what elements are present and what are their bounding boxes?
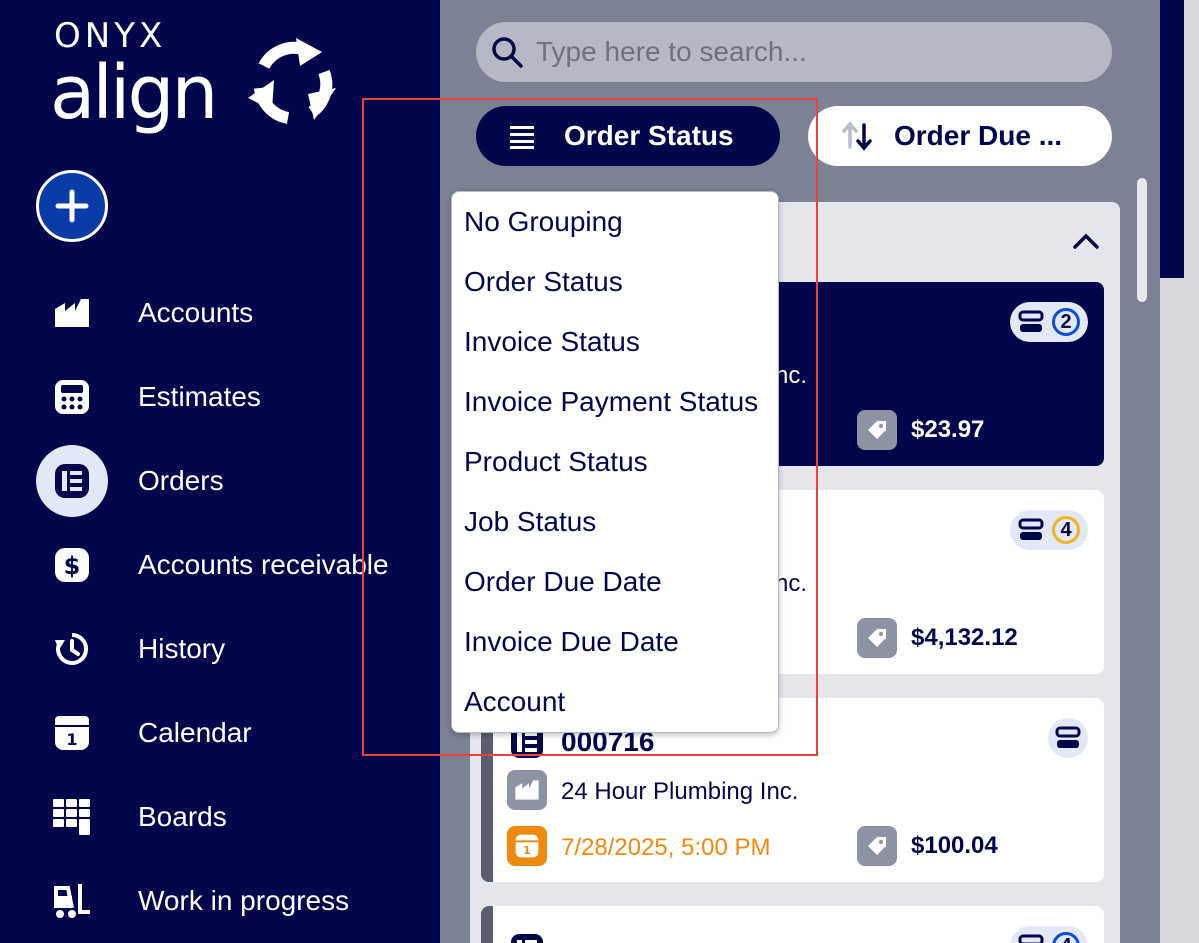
group-by-label: Order Status	[564, 120, 734, 151]
card-price: $4,132.12	[857, 618, 1018, 658]
menu-item-invoice-status[interactable]: Invoice Status	[464, 326, 640, 366]
sidebar-item-label: Accounts receivable	[138, 549, 389, 580]
history-icon	[36, 613, 108, 685]
logo-name-text: align	[50, 50, 218, 136]
calculator-icon	[36, 361, 108, 433]
menu-item-invoice-payment-status[interactable]: Invoice Payment Status	[464, 386, 758, 426]
card-status-stripe	[481, 906, 493, 943]
sort-label: Order Due ...	[894, 120, 1063, 151]
card-status-pill	[1048, 718, 1088, 758]
orders-icon	[36, 445, 108, 517]
menu-item-order-status[interactable]: Order Status	[464, 266, 623, 306]
price-tag-icon	[857, 618, 897, 658]
price-tag-icon	[857, 410, 897, 450]
search-input[interactable]	[536, 36, 1096, 68]
sidebar-item-label: Estimates	[138, 381, 261, 412]
chevron-up-icon[interactable]	[1072, 230, 1100, 252]
card-price-value: $4,132.12	[911, 624, 1018, 651]
card-account-partial: nc.	[775, 362, 808, 389]
forklift-icon	[36, 865, 108, 937]
orders-icon	[507, 930, 547, 943]
search-bar[interactable]	[476, 22, 1112, 82]
menu-item-invoice-due-date[interactable]: Invoice Due Date	[464, 626, 679, 666]
card-status-pill: 4	[1010, 926, 1088, 943]
sidebar-item-orders[interactable]: Orders	[36, 445, 436, 517]
card-status-icon	[1018, 310, 1044, 332]
calendar-icon: 1	[36, 697, 108, 769]
menu-item-order-due-date[interactable]: Order Due Date	[464, 566, 662, 606]
sidebar-item-label: History	[138, 633, 226, 664]
right-edge-header	[1160, 0, 1184, 278]
card-price: $23.97	[857, 410, 984, 450]
search-icon	[492, 37, 523, 68]
group-by-menu: No Grouping Order Status Invoice Status …	[451, 191, 779, 733]
dollar-icon: $	[36, 529, 108, 601]
sidebar-item-calendar[interactable]: 1 Calendar	[36, 697, 436, 769]
count-badge: 2	[1052, 308, 1080, 336]
logo-cycle-icon	[248, 38, 336, 124]
sidebar: ONYX align Accounts Estimates Orders $ A…	[0, 0, 440, 943]
card-price: $100.04	[857, 826, 998, 866]
factory-icon	[507, 770, 547, 810]
sidebar-item-label: Accounts	[138, 297, 254, 328]
card-status-pill: 2	[1010, 302, 1088, 342]
menu-item-no-grouping[interactable]: No Grouping	[464, 206, 623, 246]
card-due-date: 7/28/2025, 5:00 PM	[561, 834, 771, 861]
svg-text:1: 1	[66, 730, 77, 749]
sidebar-item-work-in-progress[interactable]: Work in progress	[36, 865, 436, 937]
sidebar-item-label: Orders	[138, 465, 224, 496]
card-status-pill: 4	[1010, 510, 1088, 550]
sidebar-item-label: Boards	[138, 801, 227, 832]
card-status-icon	[1018, 518, 1044, 540]
sidebar-item-accounts[interactable]: Accounts	[36, 277, 436, 349]
sidebar-item-label: Calendar	[138, 717, 252, 748]
card-account: 24 Hour Plumbing Inc.	[561, 778, 799, 805]
sidebar-item-estimates[interactable]: Estimates	[36, 361, 436, 433]
calendar-icon: 1	[507, 826, 547, 866]
menu-item-job-status[interactable]: Job Status	[464, 506, 596, 546]
card-price-value: $100.04	[911, 832, 998, 859]
order-card[interactable]: 4	[481, 906, 1104, 943]
card-account-partial: nc.	[775, 570, 808, 597]
sidebar-item-label: Work in progress	[138, 885, 350, 916]
menu-item-account[interactable]: Account	[464, 686, 565, 726]
group-by-button[interactable]: Order Status	[476, 106, 780, 166]
count-badge: 4	[1052, 932, 1080, 943]
sort-icon	[842, 121, 872, 151]
card-status-icon	[1055, 726, 1081, 748]
sort-button[interactable]: Order Due ...	[808, 106, 1112, 166]
boards-icon	[36, 781, 108, 853]
card-status-icon	[1018, 934, 1044, 943]
sidebar-item-boards[interactable]: Boards	[36, 781, 436, 853]
sidebar-item-accounts-receivable[interactable]: $ Accounts receivable	[36, 529, 436, 601]
scrollbar-thumb[interactable]	[1137, 178, 1147, 302]
group-list-icon	[510, 126, 534, 149]
card-price-value: $23.97	[911, 416, 985, 443]
price-tag-icon	[857, 826, 897, 866]
factory-icon	[36, 277, 108, 349]
plus-icon	[55, 189, 89, 223]
menu-item-product-status[interactable]: Product Status	[464, 446, 648, 486]
sidebar-item-history[interactable]: History	[36, 613, 436, 685]
count-badge: 4	[1052, 516, 1080, 544]
svg-text:1: 1	[523, 844, 530, 857]
add-button[interactable]	[36, 170, 108, 242]
svg-text:$: $	[64, 552, 81, 580]
